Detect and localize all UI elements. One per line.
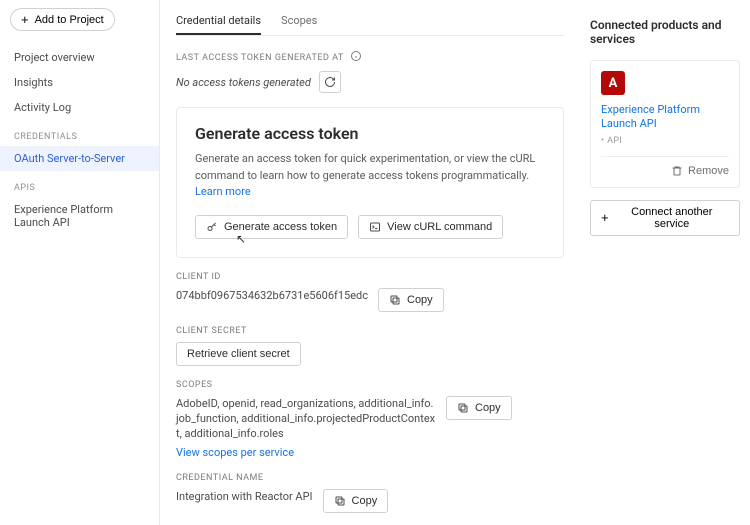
client-id-value: 074bbf0967534632b6731e5606f15edc (176, 288, 368, 303)
heading-scopes: SCOPES (176, 380, 564, 390)
product-title-link[interactable]: Experience Platform Launch API (601, 103, 729, 132)
generate-label: Generate access token (224, 221, 337, 233)
trash-icon (671, 165, 683, 177)
nav-heading-apis: APIS (0, 171, 159, 197)
refresh-button[interactable] (319, 71, 341, 93)
heading-credential-name: CREDENTIAL NAME (176, 473, 564, 483)
card-body-span: Generate an access token for quick exper… (195, 152, 535, 182)
credential-name-value: Integration with Reactor API (176, 489, 313, 504)
connect-another-service-button[interactable]: + Connect another service (590, 200, 740, 236)
tabs: Credential details Scopes (176, 10, 564, 36)
refresh-icon (324, 76, 336, 88)
key-icon (206, 221, 218, 233)
copy-icon (389, 294, 401, 306)
curl-label: View cURL command (387, 221, 492, 233)
copy-scopes-button[interactable]: Copy (446, 396, 512, 420)
no-tokens-text: No access tokens generated (176, 76, 311, 89)
nav-launch-api[interactable]: Experience Platform Launch API (0, 197, 159, 235)
nav-project-overview[interactable]: Project overview (0, 45, 159, 70)
heading-client-secret: CLIENT SECRET (176, 326, 564, 336)
nav-insights[interactable]: Insights (0, 70, 159, 95)
heading-last-token-text: LAST ACCESS TOKEN GENERATED AT (176, 53, 344, 63)
main-content: Credential details Scopes LAST ACCESS TO… (160, 0, 580, 525)
adobe-product-icon: A (601, 71, 625, 95)
heading-client-id: CLIENT ID (176, 272, 564, 282)
retrieve-client-secret-button[interactable]: Retrieve client secret (176, 342, 301, 366)
tab-scopes[interactable]: Scopes (281, 10, 317, 35)
add-to-project-button[interactable]: + Add to Project (10, 8, 115, 31)
product-type-label: • API (601, 136, 729, 146)
nav-oauth-server[interactable]: OAuth Server-to-Server (0, 146, 159, 171)
generate-access-token-button[interactable]: Generate access token (195, 215, 348, 239)
card-body-text: Generate an access token for quick exper… (195, 151, 545, 201)
plus-icon: + (601, 211, 609, 224)
terminal-icon (369, 221, 381, 233)
connected-heading: Connected products and services (590, 18, 740, 46)
info-icon (350, 50, 362, 65)
nav-heading-credentials: CREDENTIALS (0, 120, 159, 146)
copy-label: Copy (407, 294, 433, 306)
product-card: A Experience Platform Launch API • API R… (590, 60, 740, 188)
copy-icon (334, 495, 346, 507)
copy-label: Copy (475, 402, 501, 414)
tab-credential-details[interactable]: Credential details (176, 10, 261, 35)
plus-icon: + (21, 13, 29, 26)
copy-credential-name-button[interactable]: Copy (323, 489, 389, 513)
copy-icon (457, 402, 469, 414)
view-scopes-link[interactable]: View scopes per service (176, 446, 564, 459)
add-to-project-label: Add to Project (35, 14, 104, 26)
copy-client-id-button[interactable]: Copy (378, 288, 444, 312)
heading-last-token: LAST ACCESS TOKEN GENERATED AT (176, 50, 564, 65)
connect-label: Connect another service (615, 206, 729, 230)
nav-activity-log[interactable]: Activity Log (0, 95, 159, 120)
card-title: Generate access token (195, 124, 545, 143)
learn-more-link[interactable]: Learn more (195, 185, 251, 198)
generate-token-card: Generate access token Generate an access… (176, 107, 564, 258)
copy-label: Copy (352, 495, 378, 507)
view-curl-button[interactable]: View cURL command (358, 215, 503, 239)
connected-panel: Connected products and services A Experi… (580, 0, 750, 525)
remove-label: Remove (688, 165, 729, 177)
sidebar: + Add to Project Project overview Insigh… (0, 0, 160, 525)
scopes-value: AdobeID, openid, read_organizations, add… (176, 396, 436, 442)
remove-product-button[interactable]: Remove (671, 165, 729, 177)
